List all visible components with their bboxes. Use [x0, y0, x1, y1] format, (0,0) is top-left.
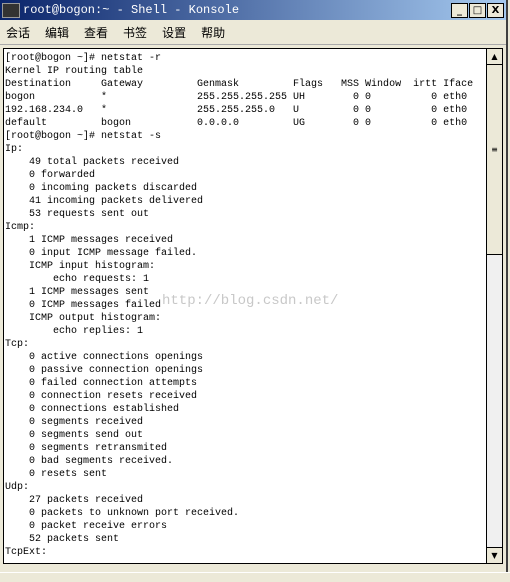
terminal-line: echo requests: 1: [5, 274, 150, 285]
watermark: http://blog.csdn.net/: [162, 293, 339, 309]
terminal-line: 27 packets received: [5, 495, 144, 506]
terminal-icon: [2, 2, 20, 18]
menu-session[interactable]: 会话: [6, 24, 30, 41]
terminal-line: 53 requests sent out: [5, 209, 150, 220]
terminal-line: Destination Gateway Genmask Flags MSS Wi…: [5, 79, 474, 90]
terminal-line: bogon * 255.255.255.255 UH 0 0 0 eth0: [5, 92, 468, 103]
terminal-line: 0 bad segments received.: [5, 456, 174, 467]
terminal-line: 0 connection resets received: [5, 391, 198, 402]
terminal-line: 49 total packets received: [5, 157, 180, 168]
menu-edit[interactable]: 编辑: [45, 24, 69, 41]
menu-bar: 会话 编辑 查看 书签 设置 帮助: [0, 20, 506, 45]
terminal-line: echo replies: 1: [5, 326, 144, 337]
scroll-up-button[interactable]: ▲: [487, 49, 502, 65]
terminal-output[interactable]: [root@bogon ~]# netstat -r Kernel IP rout…: [3, 48, 487, 564]
konsole-window: root@bogon:~ - Shell - Konsole _ □ X 会话 …: [0, 0, 508, 572]
close-button[interactable]: X: [487, 2, 504, 18]
window-title: root@bogon:~ - Shell - Konsole: [23, 3, 240, 17]
terminal-line: Ip:: [5, 144, 24, 155]
terminal-line: ICMP output histogram:: [5, 313, 162, 324]
terminal-line: 0 input ICMP message failed.: [5, 248, 198, 259]
terminal-line: TcpExt:: [5, 547, 48, 558]
minimize-button[interactable]: _: [451, 2, 468, 18]
terminal-line: Tcp:: [5, 339, 30, 350]
terminal-line: [root@bogon ~]# netstat -s: [5, 131, 162, 142]
terminal-line: [root@bogon ~]# netstat -r: [5, 53, 162, 64]
terminal-line: Kernel IP routing table: [5, 66, 144, 77]
terminal-line: ICMP input histogram:: [5, 261, 156, 272]
terminal-line: 0 segments retransmited: [5, 443, 168, 454]
terminal-line: 0 packet receive errors: [5, 521, 168, 532]
menu-view[interactable]: 查看: [84, 24, 108, 41]
menu-settings[interactable]: 设置: [162, 24, 186, 41]
maximize-button[interactable]: □: [469, 2, 486, 18]
terminal-line: 41 incoming packets delivered: [5, 196, 204, 207]
terminal-line: 0 segments send out: [5, 430, 144, 441]
terminal-line: 0 connections established: [5, 404, 180, 415]
terminal-line: 192.168.234.0 * 255.255.255.0 U 0 0 0 et…: [5, 105, 468, 116]
terminal-line: 1 ICMP messages received: [5, 235, 174, 246]
terminal-line: 52 packets sent: [5, 534, 120, 545]
terminal-line: Icmp:: [5, 222, 36, 233]
terminal-line: 0 resets sent: [5, 469, 108, 480]
scrollbar[interactable]: ▲ ≡ ▼: [486, 48, 503, 564]
terminal-line: 0 passive connection openings: [5, 365, 204, 376]
terminal-line: 0 failed connection attempts: [5, 378, 198, 389]
scroll-thumb[interactable]: ≡: [487, 65, 502, 255]
terminal-line: 0 packets to unknown port received.: [5, 508, 240, 519]
menu-help[interactable]: 帮助: [201, 24, 225, 41]
scroll-down-button[interactable]: ▼: [487, 547, 502, 563]
terminal-line: 0 incoming packets discarded: [5, 183, 198, 194]
terminal-line: 0 forwarded: [5, 170, 96, 181]
terminal-line: 0 segments received: [5, 417, 144, 428]
menu-bookmarks[interactable]: 书签: [123, 24, 147, 41]
terminal-line: default bogon 0.0.0.0 UG 0 0 0 eth0: [5, 118, 468, 129]
terminal-line: Udp:: [5, 482, 30, 493]
terminal-line: 0 active connections openings: [5, 352, 204, 363]
title-bar: root@bogon:~ - Shell - Konsole _ □ X: [0, 0, 506, 20]
